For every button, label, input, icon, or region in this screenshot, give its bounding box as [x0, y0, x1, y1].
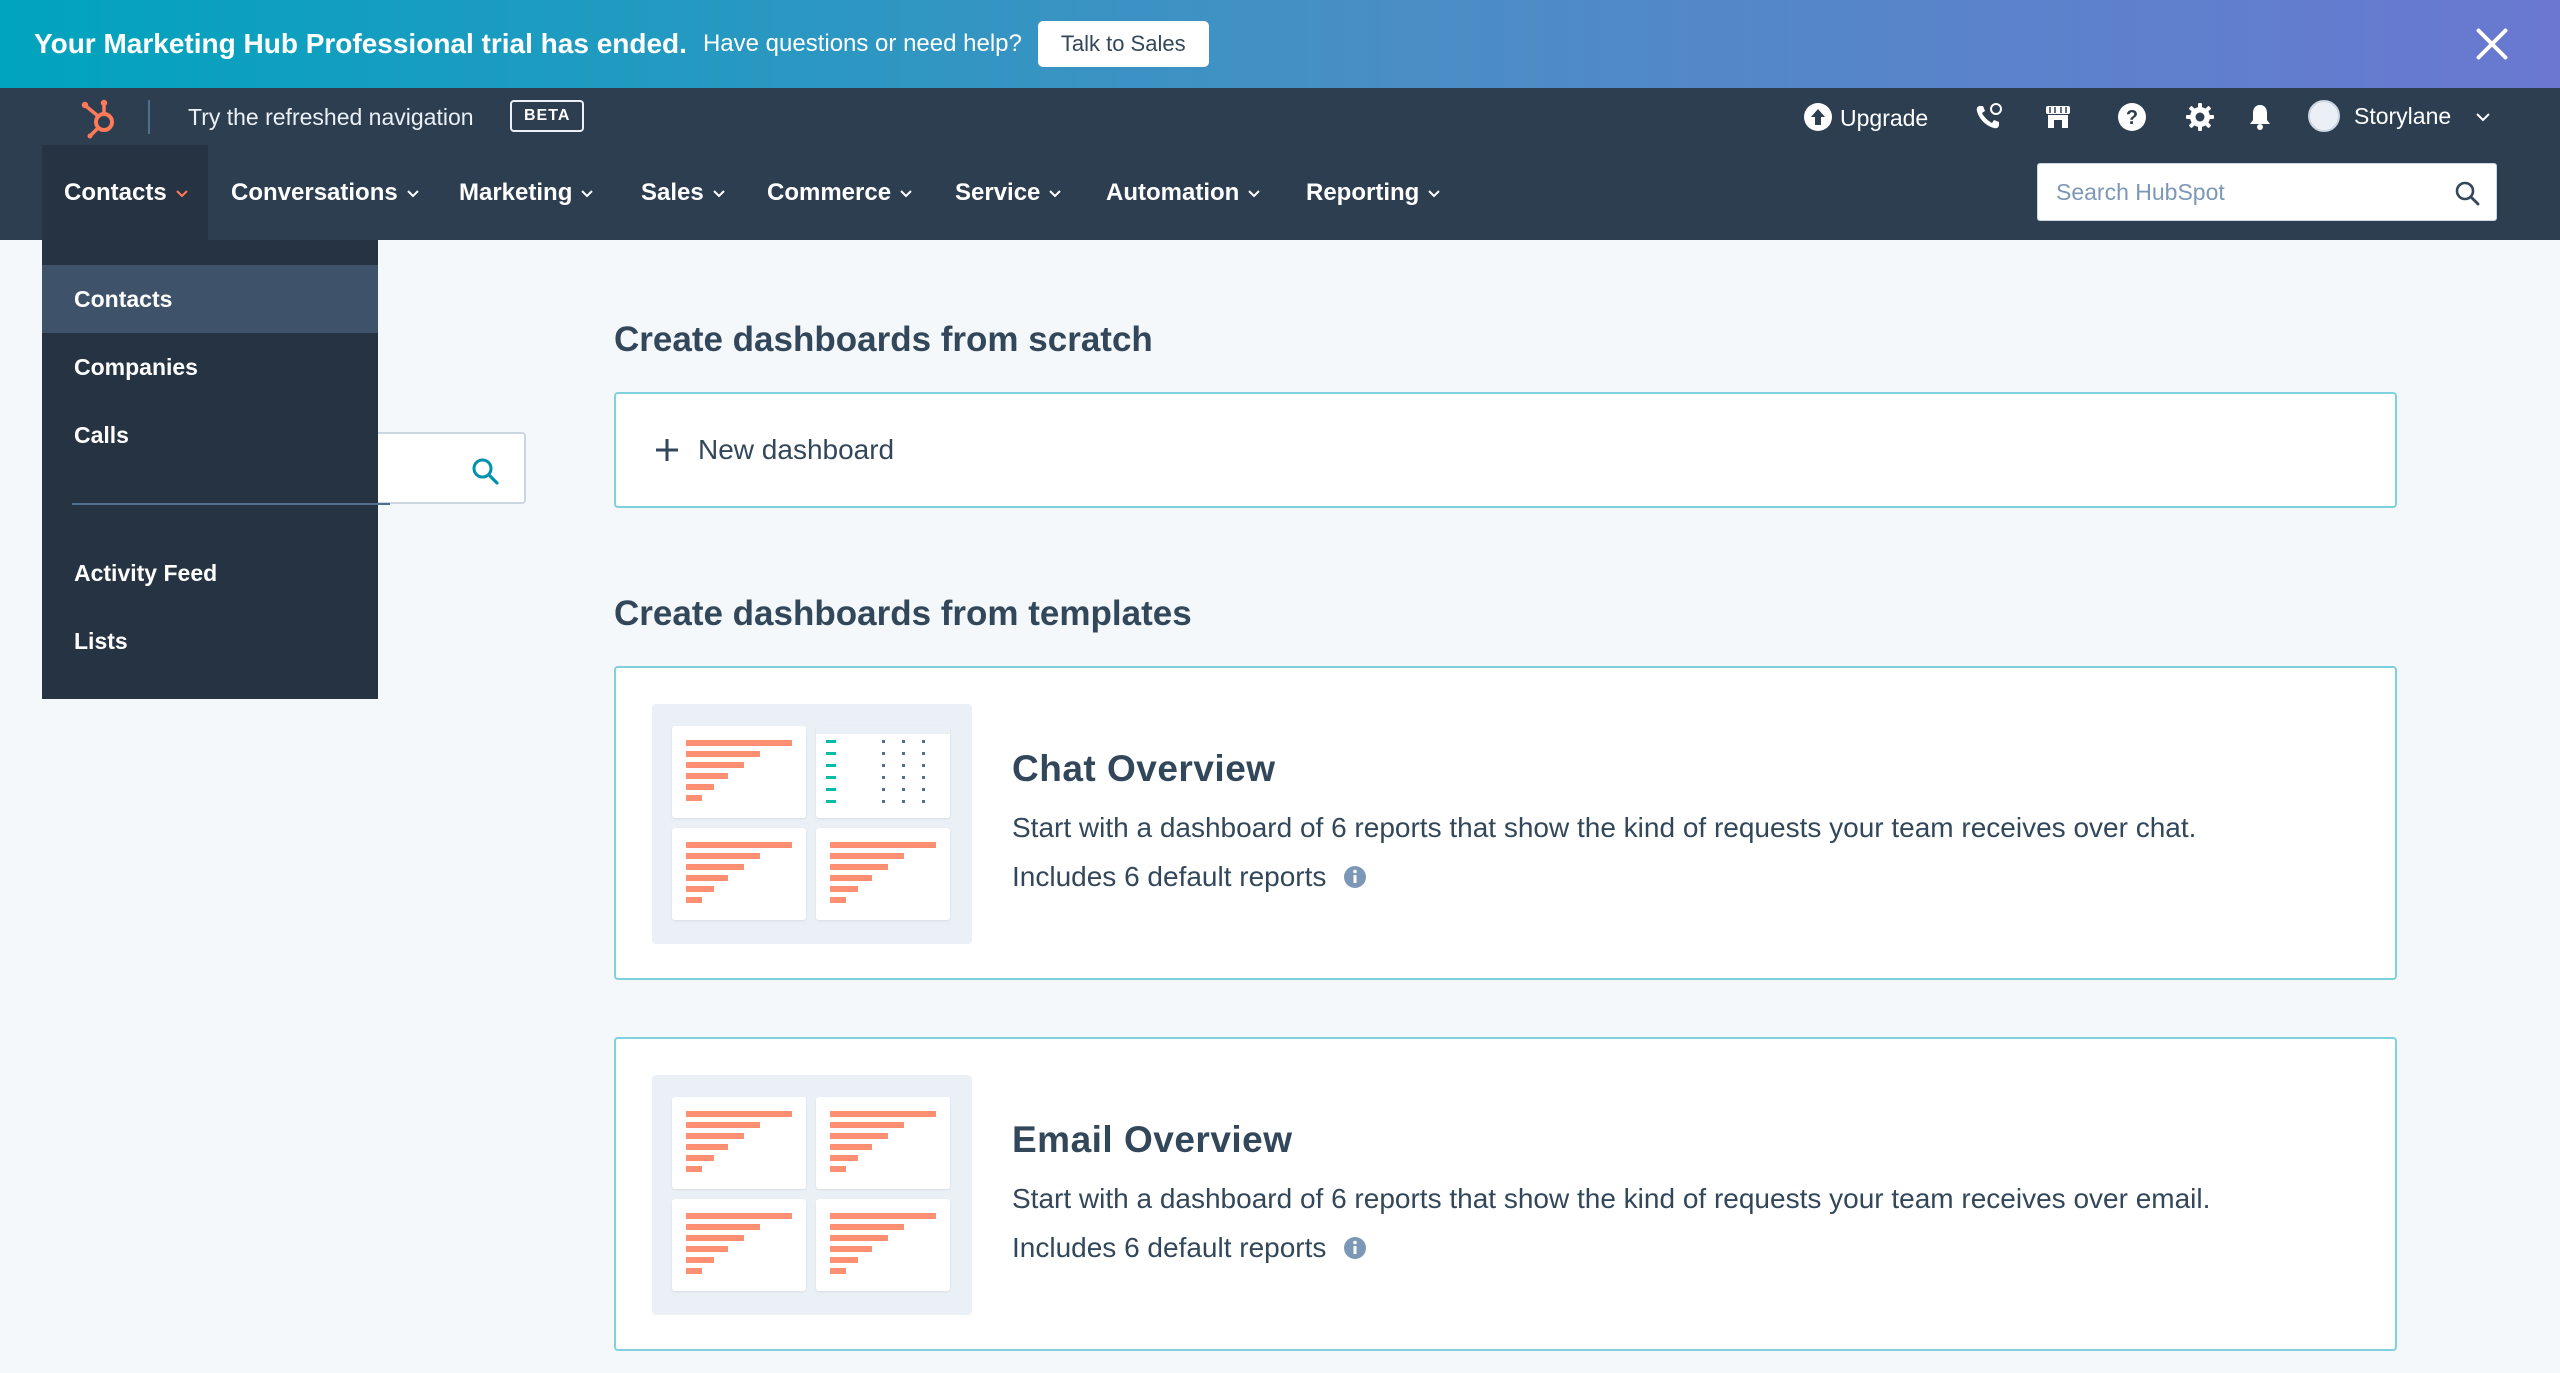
trial-banner: Your Marketing Hub Professional trial ha… — [0, 0, 2560, 88]
thumbnail-bar-chart — [672, 828, 806, 920]
close-icon[interactable] — [2474, 26, 2510, 62]
upgrade-icon[interactable] — [1802, 101, 1834, 133]
nav-reporting[interactable]: Reporting — [1306, 145, 1441, 240]
top-bar: Try the refreshed navigation BETA Upgrad… — [0, 88, 2560, 145]
template-description: Start with a dashboard of 6 reports that… — [1012, 1183, 2211, 1214]
template-includes: Includes 6 default reports — [1012, 861, 1368, 893]
nav-marketing[interactable]: Marketing — [459, 145, 594, 240]
banner-subtitle: Have questions or need help? — [702, 30, 1022, 57]
avatar[interactable] — [2308, 100, 2340, 132]
nav-item-label: Automation — [1106, 178, 1240, 206]
menu-divider — [72, 503, 390, 505]
menu-item-companies[interactable]: Companies — [42, 333, 378, 401]
talk-to-sales-button[interactable]: Talk to Sales — [1037, 21, 1209, 67]
nav-item-label: Conversations — [231, 178, 398, 206]
new-dashboard-label: New dashboard — [698, 434, 895, 465]
template-thumbnail — [652, 704, 972, 944]
thumbnail-bar-chart — [816, 1199, 950, 1291]
nav-item-label: Contacts — [64, 178, 167, 206]
chevron-down-icon[interactable] — [2474, 108, 2492, 126]
scratch-heading: Create dashboards from scratch — [614, 320, 1153, 359]
nav-item-label: Commerce — [767, 178, 892, 206]
nav-commerce[interactable]: Commerce — [767, 145, 913, 240]
account-name[interactable]: Storylane — [2354, 103, 2451, 130]
info-icon[interactable] — [1342, 864, 1368, 890]
chevron-down-icon — [713, 189, 725, 197]
template-includes-label: Includes 6 default reports — [1012, 861, 1327, 892]
topbar-divider — [148, 100, 150, 134]
notifications-icon[interactable] — [2244, 101, 2276, 133]
svg-text:?: ? — [2126, 107, 2138, 129]
nav-sales[interactable]: Sales — [641, 145, 726, 240]
banner-title: Your Marketing Hub Professional trial ha… — [34, 28, 687, 59]
template-includes: Includes 6 default reports — [1012, 1232, 1368, 1264]
chevron-down-icon — [581, 189, 594, 197]
nav-item-label: Reporting — [1306, 178, 1420, 206]
chevron-down-icon — [1428, 189, 1441, 197]
search-input[interactable] — [2038, 164, 2496, 220]
templates-heading: Create dashboards from templates — [614, 594, 1192, 633]
marketplace-icon[interactable] — [2042, 101, 2074, 133]
help-icon[interactable]: ? — [2116, 101, 2148, 133]
chevron-down-icon — [407, 189, 419, 197]
thumbnail-bar-chart — [672, 726, 806, 818]
beta-badge: BETA — [510, 100, 585, 132]
chevron-down-icon — [900, 189, 912, 197]
contacts-dropdown-menu: Contacts Companies Calls Activity Feed L… — [42, 240, 390, 699]
template-title: Chat Overview — [1012, 748, 1276, 789]
chevron-down-icon — [1049, 189, 1062, 197]
search-icon[interactable] — [470, 456, 500, 486]
template-thumbnail — [652, 1075, 972, 1315]
menu-item-contacts[interactable]: Contacts — [42, 265, 378, 333]
thumbnail-table — [816, 726, 950, 818]
thumbnail-bar-chart — [816, 1097, 950, 1189]
global-search — [2037, 163, 2497, 221]
nav-service[interactable]: Service — [955, 145, 1062, 240]
thumbnail-bar-chart — [672, 1199, 806, 1291]
main-navigation: Contacts Conversations Marketing Sales C… — [0, 145, 2560, 240]
chevron-down-icon — [175, 189, 188, 197]
upgrade-label[interactable]: Upgrade — [1840, 105, 1928, 132]
nav-item-label: Marketing — [459, 178, 573, 206]
phone-icon[interactable] — [1972, 101, 2004, 133]
template-title: Email Overview — [1012, 1119, 1293, 1160]
nav-conversations[interactable]: Conversations — [231, 145, 420, 240]
chevron-down-icon — [1248, 189, 1261, 197]
template-card-email-overview[interactable]: Email Overview Start with a dashboard of… — [614, 1037, 2397, 1351]
menu-item-lists[interactable]: Lists — [42, 607, 378, 675]
nav-automation[interactable]: Automation — [1106, 145, 1261, 240]
nav-item-label: Service — [955, 178, 1041, 206]
menu-item-calls[interactable]: Calls — [42, 401, 378, 469]
thumbnail-bar-chart — [816, 828, 950, 920]
settings-icon[interactable] — [2184, 101, 2216, 133]
nav-item-label: Sales — [641, 178, 704, 206]
dashboard-search-input[interactable] — [360, 432, 526, 504]
hubspot-logo[interactable] — [78, 96, 122, 140]
info-icon[interactable] — [1342, 1235, 1368, 1261]
new-dashboard-button[interactable]: New dashboard — [614, 392, 2397, 508]
try-refreshed-navigation-link[interactable]: Try the refreshed navigation — [188, 104, 474, 131]
thumbnail-bar-chart — [672, 1097, 806, 1189]
search-icon[interactable] — [2454, 180, 2480, 206]
template-includes-label: Includes 6 default reports — [1012, 1232, 1327, 1263]
menu-item-activity-feed[interactable]: Activity Feed — [42, 539, 378, 607]
template-description: Start with a dashboard of 6 reports that… — [1012, 812, 2197, 843]
plus-icon — [656, 439, 678, 461]
template-card-chat-overview[interactable]: Chat Overview Start with a dashboard of … — [614, 666, 2397, 980]
nav-contacts[interactable]: Contacts — [42, 145, 208, 240]
